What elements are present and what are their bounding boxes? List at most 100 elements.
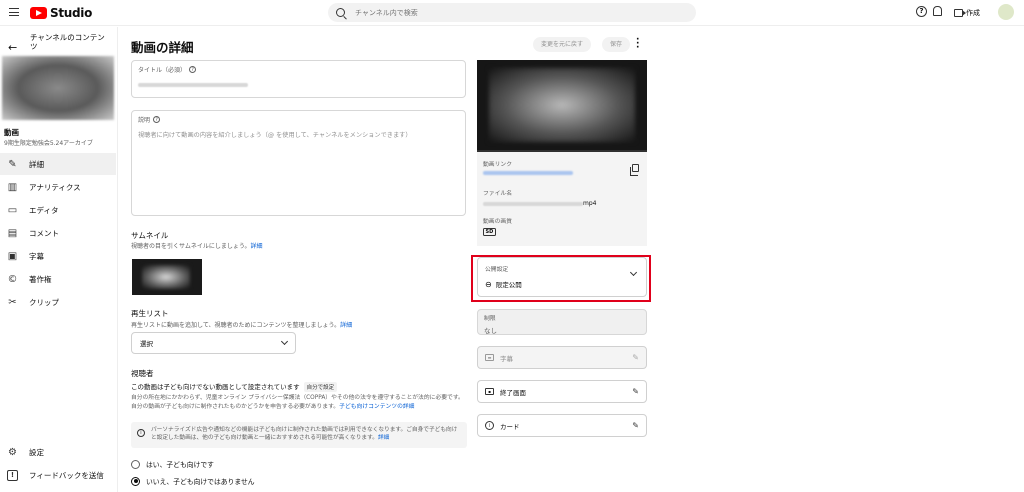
radio-made-for-kids[interactable]: はい、子ども向けです — [131, 459, 214, 469]
radio-label: いいえ、子ども向けではありません — [146, 478, 255, 486]
sidebar-item-editor[interactable]: ▭ エディタ — [0, 199, 116, 221]
page-title: 動画の詳細 — [131, 40, 194, 55]
audience-status: この動画は子ども向けでない動画として設定されています 自分で設定 — [131, 381, 338, 392]
title-value — [138, 80, 459, 89]
video-meta-box: 動画リンク ファイル名 mp4 動画の画質 SD — [477, 152, 647, 246]
radio-button[interactable] — [131, 459, 140, 469]
sidebar-video-label: 動画 — [4, 128, 19, 137]
info-icon: i — [137, 429, 145, 437]
video-thumbnail[interactable] — [2, 56, 114, 120]
subtitles-icon: ▣ — [7, 250, 18, 262]
subtitles-icon: ▬ — [485, 354, 494, 361]
search-bar[interactable] — [328, 3, 696, 22]
pencil-icon: ✎ — [8, 158, 17, 170]
sidebar-video-name: 9期生限定勉強会5.24アーカイブ — [4, 140, 93, 147]
filename-ext: mp4 — [583, 200, 597, 207]
title-value-blurred — [138, 83, 248, 87]
radio-button-selected[interactable] — [131, 476, 140, 486]
bell-icon[interactable] — [933, 6, 942, 16]
scissors-icon: ✂ — [8, 296, 17, 308]
copy-icon[interactable] — [630, 164, 639, 176]
sidebar-item-label: 詳細 — [29, 159, 44, 169]
copyright-icon: © — [7, 273, 18, 285]
sidebar-item-details[interactable]: ✎ 詳細 — [0, 153, 116, 175]
cards-label: カード — [500, 422, 520, 431]
sidebar-item-label: フィードバックを送信 — [29, 470, 104, 480]
video-link-label: 動画リンク — [483, 162, 512, 168]
playlist-select-value: 選択 — [140, 340, 153, 348]
self-set-badge: 自分で設定 — [303, 382, 338, 392]
title-field-label: タイトル（必須） — [138, 67, 187, 74]
search-input[interactable] — [355, 8, 655, 17]
subtitles-label: 字幕 — [500, 354, 513, 363]
pencil-icon: ✎ — [632, 387, 639, 396]
pencil-icon: ✎ — [632, 421, 639, 430]
help-circle-icon[interactable]: ? — [153, 116, 161, 123]
description-field-label: 説明 — [138, 117, 151, 124]
sidebar-item-analytics[interactable]: ▥ アナリティクス — [0, 176, 116, 198]
video-preview[interactable] — [477, 60, 647, 150]
playlist-select[interactable]: 選択 — [131, 332, 296, 354]
undo-changes-button[interactable]: 変更を元に戻す — [533, 37, 592, 52]
top-bar: Studio ? 作成 — [0, 0, 1024, 26]
description-field[interactable]: 説明 ? 視聴者に向けて動画の内容を紹介しましょう（@ を使用して、チャンネルを… — [131, 110, 466, 216]
description-placeholder: 視聴者に向けて動画の内容を紹介しましょう（@ を使用して、チャンネルをメンション… — [138, 132, 412, 139]
video-link[interactable] — [483, 171, 641, 177]
audience-info-link[interactable]: 詳細 — [378, 435, 389, 441]
sidebar-item-label: 設定 — [29, 447, 44, 457]
filename-label: ファイル名 — [483, 191, 512, 197]
playlist-heading: 再生リスト — [131, 309, 169, 318]
sidebar-item-feedback[interactable]: ! フィードバックを送信 — [0, 464, 116, 486]
sidebar-item-settings[interactable]: ⚙ 設定 — [0, 441, 116, 463]
sidebar-item-label: 著作権 — [29, 274, 52, 284]
restriction-label: 制限 — [484, 316, 496, 322]
audience-info-box: i パーソナライズド広告や通知などの機能は子ども向けに制作された動画では利用でき… — [131, 422, 467, 448]
quality-label: 動画の画質 — [483, 219, 512, 225]
sidebar-item-copyright[interactable]: © 著作権 — [0, 268, 116, 290]
end-screen-label: 終了画面 — [500, 388, 526, 397]
help-icon[interactable]: ? — [916, 6, 927, 17]
comment-icon: ▤ — [7, 227, 18, 239]
thumbnail-option[interactable] — [132, 259, 202, 295]
cards-button[interactable]: i カード ✎ — [477, 414, 647, 437]
thumbnail-details-link[interactable]: 詳細 — [251, 243, 263, 250]
more-options-icon[interactable]: · · · — [636, 36, 640, 53]
editor-icon: ▭ — [7, 204, 18, 216]
audience-heading: 視聴者 — [131, 369, 154, 378]
title-field[interactable]: タイトル（必須） ? — [131, 60, 466, 98]
subtitles-button[interactable]: ▬ 字幕 ✎ — [477, 346, 647, 369]
radio-not-made-for-kids[interactable]: いいえ、子ども向けではありません — [131, 476, 255, 486]
end-screen-icon: ▪ — [485, 388, 494, 395]
playlist-sub-text: 再生リストに動画を追加して、視聴者のためにコンテンツを整理しましょう。 — [131, 322, 341, 329]
highlight-frame — [471, 255, 651, 302]
sidebar-item-label: コメント — [29, 228, 59, 238]
video-link-blurred — [483, 171, 573, 175]
sidebar-item-comments[interactable]: ▤ コメント — [0, 222, 116, 244]
back-arrow-icon[interactable]: ← — [8, 41, 17, 54]
menu-icon[interactable] — [9, 8, 19, 16]
sidebar-item-subtitles[interactable]: ▣ 字幕 — [0, 245, 116, 267]
kids-content-link[interactable]: 子ども向けコンテンツの詳細 — [339, 404, 414, 410]
restrictions-field: 制限 なし — [477, 309, 647, 335]
thumbnail-sub: 視聴者の目を引くサムネイルにしましょう。詳細 — [131, 241, 263, 250]
sidebar-item-label: クリップ — [29, 297, 59, 307]
cards-icon: i — [485, 421, 494, 430]
feedback-icon: ! — [7, 469, 18, 481]
help-circle-icon[interactable]: ? — [189, 66, 197, 73]
end-screen-button[interactable]: ▪ 終了画面 ✎ — [477, 380, 647, 403]
gear-icon: ⚙ — [8, 446, 17, 458]
studio-logo[interactable]: Studio — [30, 6, 92, 20]
thumbnail-image — [142, 265, 190, 289]
create-button[interactable]: 作成 — [954, 5, 980, 20]
filename-value: mp4 — [483, 200, 641, 207]
save-button[interactable]: 保存 — [602, 37, 631, 52]
thumbnail-heading: サムネイル — [131, 231, 169, 240]
avatar[interactable] — [998, 4, 1014, 20]
audience-info-text: パーソナライズド広告や通知などの機能は子ども向けに制作された動画では利用できなく… — [151, 427, 458, 441]
video-camera-icon — [954, 8, 966, 17]
thumbnail-sub-text: 視聴者の目を引くサムネイルにしましょう。 — [131, 243, 251, 250]
playlist-details-link[interactable]: 詳細 — [340, 322, 352, 329]
audience-status-text: この動画は子ども向けでない動画として設定されています — [131, 383, 300, 391]
audience-body: 自分の所在地にかかわらず、児童オンライン プライバシー保護法（COPPA）やその… — [131, 394, 467, 411]
sidebar-item-clips[interactable]: ✂ クリップ — [0, 291, 116, 313]
